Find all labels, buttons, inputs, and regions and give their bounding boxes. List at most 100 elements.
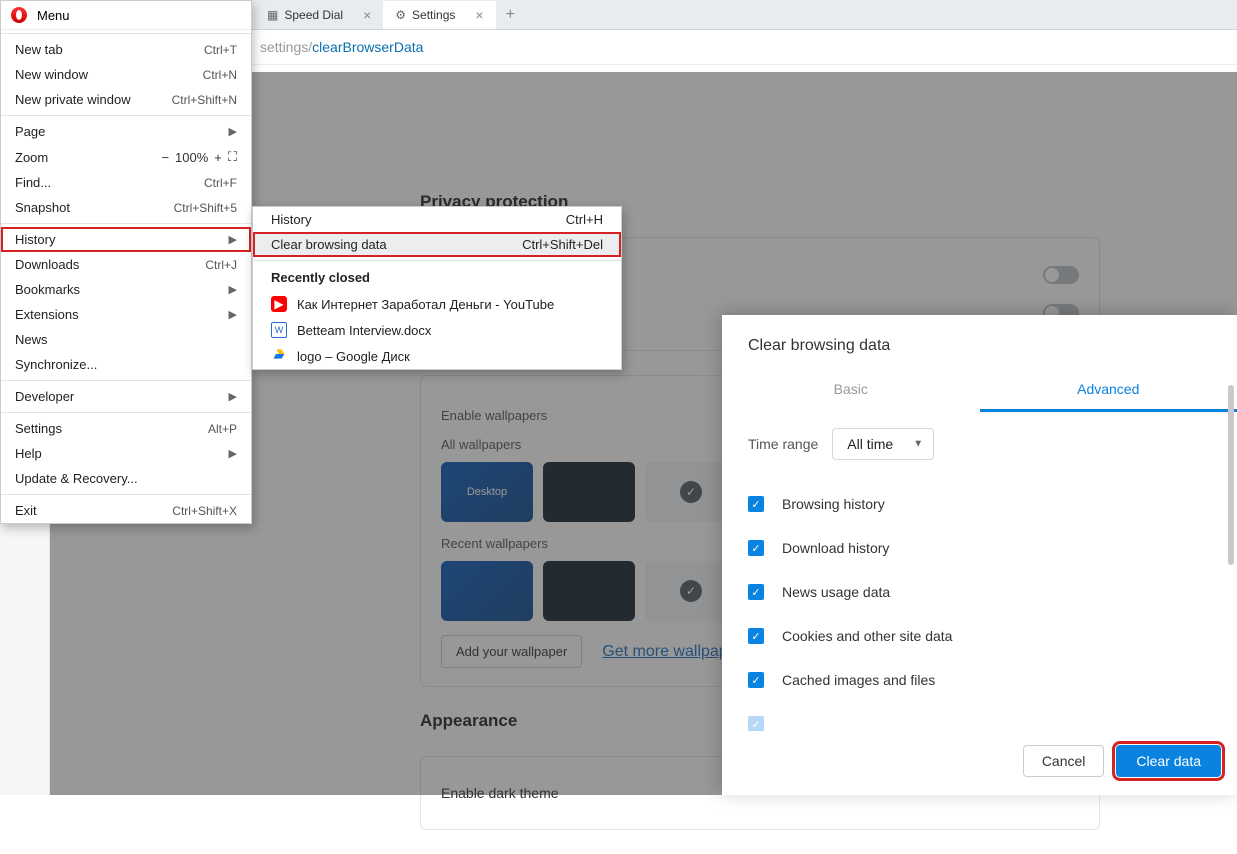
- check-browsing-history[interactable]: ✓Browsing history: [748, 482, 1211, 526]
- chevron-right-icon: ▶: [229, 390, 237, 403]
- submenu-clear-browsing-data[interactable]: Clear browsing data Ctrl+Shift+Del: [253, 232, 621, 257]
- submenu-label: Clear browsing data: [271, 237, 387, 252]
- time-range-value: All time: [847, 436, 893, 452]
- cancel-button[interactable]: Cancel: [1023, 745, 1105, 777]
- recently-closed-label: logo – Google Диск: [297, 349, 410, 364]
- dialog-footer: Cancel Clear data: [722, 731, 1237, 795]
- check-label: Browsing history: [782, 496, 885, 512]
- menu-history[interactable]: History ▶: [1, 227, 251, 252]
- main-menu: Menu New tab Ctrl+T New window Ctrl+N New …: [0, 0, 252, 524]
- clear-data-button[interactable]: Clear data: [1116, 745, 1221, 777]
- menu-label: Developer: [15, 389, 74, 404]
- menu-label: Zoom: [15, 150, 48, 165]
- recently-closed-label: Betteam Interview.docx: [297, 323, 431, 338]
- checkbox-icon: ✓: [748, 672, 764, 688]
- recently-closed-item[interactable]: ▶ Как Интернет Заработал Деньги - YouTub…: [253, 291, 621, 317]
- check-partial-item[interactable]: ✓: [748, 702, 1211, 731]
- checkbox-icon: ✓: [748, 584, 764, 600]
- fullscreen-icon[interactable]: ⛶: [228, 149, 237, 165]
- menu-page[interactable]: Page▶: [1, 119, 251, 144]
- recently-closed-label: Как Интернет Заработал Деньги - YouTube: [297, 297, 554, 312]
- shortcut: Ctrl+N: [203, 68, 237, 82]
- time-range-label: Time range: [748, 436, 818, 452]
- scrollbar-thumb[interactable]: [1228, 385, 1234, 565]
- menu-exit[interactable]: Exit Ctrl+Shift+X: [1, 498, 251, 523]
- menu-developer[interactable]: Developer ▶: [1, 384, 251, 409]
- menu-label: Find...: [15, 175, 51, 190]
- chevron-right-icon: ▶: [229, 447, 237, 460]
- menu-title: Menu: [37, 8, 70, 23]
- check-news-usage[interactable]: ✓ News usage data: [748, 570, 1211, 614]
- menu-snapshot[interactable]: SnapshotCtrl+Shift+5: [1, 195, 251, 220]
- check-label: Cached images and files: [782, 672, 935, 688]
- menu-zoom[interactable]: Zoom − 100% + ⛶: [1, 144, 251, 170]
- menu-label: Settings: [15, 421, 62, 436]
- chevron-down-icon: ▼: [913, 439, 923, 450]
- submenu-label: History: [271, 212, 311, 227]
- menu-label: New private window: [15, 92, 131, 107]
- menu-update-recovery[interactable]: Update & Recovery...: [1, 466, 251, 491]
- check-label: Cookies and other site data: [782, 628, 952, 644]
- clear-browsing-data-dialog: Clear browsing data Basic Advanced Time …: [722, 315, 1237, 795]
- shortcut: Ctrl+Shift+X: [172, 504, 237, 518]
- document-icon: W: [271, 322, 287, 338]
- tab-basic[interactable]: Basic: [722, 371, 980, 412]
- tab-label: Speed Dial: [284, 8, 343, 22]
- check-cached-images[interactable]: ✓ Cached images and files: [748, 658, 1211, 702]
- tab-advanced[interactable]: Advanced: [980, 371, 1237, 412]
- address-prefix: settings/: [260, 39, 312, 55]
- close-icon[interactable]: ×: [363, 7, 371, 23]
- recently-closed-item[interactable]: logo – Google Диск: [253, 343, 621, 369]
- tab-speed-dial[interactable]: ▦ Speed Dial ×: [255, 1, 383, 29]
- menu-new-window[interactable]: New window Ctrl+N: [1, 62, 251, 87]
- address-path: clearBrowserData: [312, 39, 423, 55]
- menu-downloads[interactable]: DownloadsCtrl+J: [1, 252, 251, 277]
- menu-label: History: [15, 232, 55, 247]
- opera-icon: [11, 7, 27, 23]
- menu-label: Bookmarks: [15, 282, 80, 297]
- menu-bookmarks[interactable]: Bookmarks ▶: [1, 277, 251, 302]
- shortcut: Ctrl+T: [204, 43, 237, 57]
- check-label: Download history: [782, 540, 889, 556]
- check-cookies[interactable]: ✓ Cookies and other site data: [748, 614, 1211, 658]
- check-download-history[interactable]: ✓ Download history: [748, 526, 1211, 570]
- zoom-out-button[interactable]: −: [161, 150, 169, 165]
- menu-news[interactable]: News: [1, 327, 251, 352]
- menu-help[interactable]: Help ▶: [1, 441, 251, 466]
- new-tab-button[interactable]: +: [496, 6, 525, 24]
- menu-label: Update & Recovery...: [15, 471, 138, 486]
- menu-label: Help: [15, 446, 42, 461]
- menu-label: New window: [15, 67, 88, 82]
- menu-synchronize[interactable]: Synchronize...: [1, 352, 251, 377]
- menu-label: Extensions: [15, 307, 79, 322]
- menu-label: Page: [15, 124, 45, 139]
- menu-new-tab[interactable]: New tab Ctrl+T: [1, 37, 251, 62]
- menu-settings[interactable]: SettingsAlt+P: [1, 416, 251, 441]
- youtube-icon: ▶: [271, 296, 287, 312]
- menu-find[interactable]: Find...Ctrl+F: [1, 170, 251, 195]
- dialog-title: Clear browsing data: [722, 315, 1237, 371]
- shortcut: Ctrl+Shift+Del: [522, 237, 603, 252]
- zoom-in-button[interactable]: +: [214, 150, 222, 165]
- chevron-right-icon: ▶: [229, 283, 237, 296]
- dialog-tabs: Basic Advanced: [722, 371, 1237, 412]
- menu-extensions[interactable]: Extensions▶: [1, 302, 251, 327]
- google-drive-icon: [271, 348, 287, 364]
- checkbox-icon: ✓: [748, 628, 764, 644]
- gear-icon: ⚙: [395, 8, 406, 22]
- tab-label: Settings: [412, 8, 455, 22]
- menu-new-private-window[interactable]: New private windowCtrl+Shift+N: [1, 87, 251, 112]
- check-label: News usage data: [782, 584, 890, 600]
- shortcut: Ctrl+Shift+5: [174, 201, 237, 215]
- checkbox-icon: ✓: [748, 540, 764, 556]
- recently-closed-item[interactable]: W Betteam Interview.docx: [253, 317, 621, 343]
- menu-label: New tab: [15, 42, 63, 57]
- tab-settings[interactable]: ⚙ Settings ×: [383, 1, 495, 29]
- close-icon[interactable]: ×: [475, 7, 483, 23]
- time-range-select[interactable]: All time ▼: [832, 428, 934, 460]
- chevron-right-icon: ▶: [229, 233, 237, 246]
- menu-header[interactable]: Menu: [1, 1, 251, 30]
- submenu-history[interactable]: HistoryCtrl+H: [253, 207, 621, 232]
- history-submenu: HistoryCtrl+H Clear browsing data Ctrl+Sh…: [252, 206, 622, 370]
- menu-label: Exit: [15, 503, 37, 518]
